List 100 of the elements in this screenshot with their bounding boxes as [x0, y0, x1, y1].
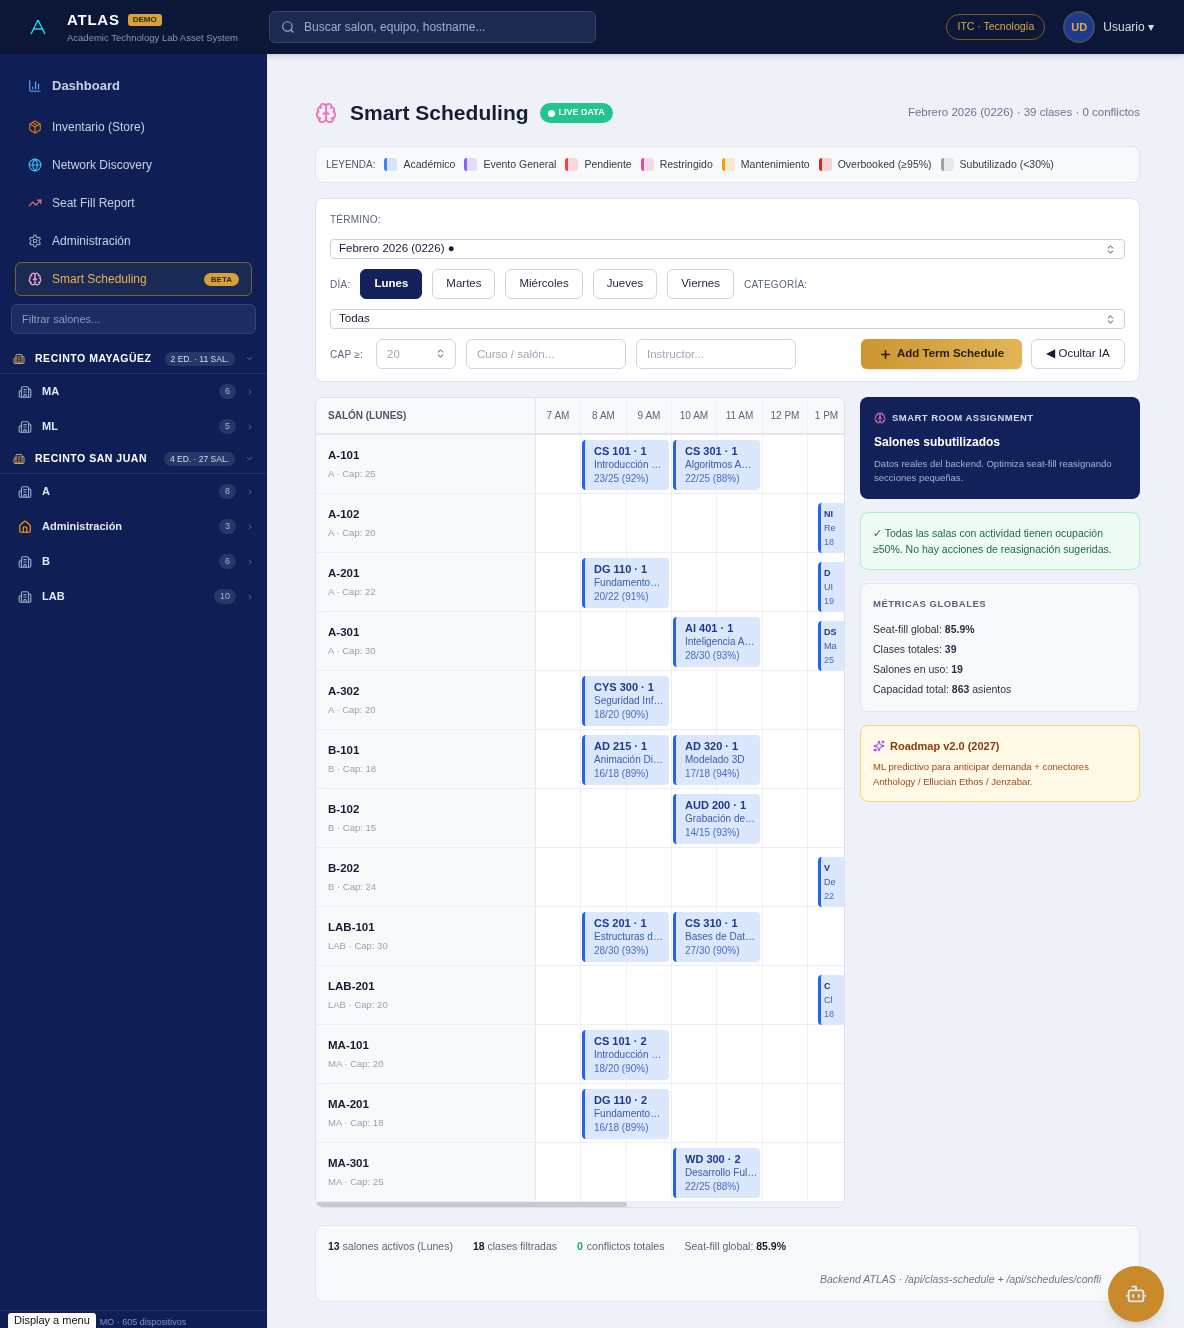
brain-icon	[28, 272, 42, 286]
settings-icon	[28, 234, 42, 248]
class-code: CS 310 · 1	[685, 916, 739, 930]
class-block[interactable]: D UI 19	[818, 562, 844, 612]
room-name: MA-101	[328, 1037, 370, 1053]
class-block[interactable]: CS 101 · 1 Introducción … 23/25 (92%)	[582, 440, 669, 490]
term-select[interactable]: Febrero 2026 (0226) ●	[330, 239, 1125, 259]
user-menu[interactable]: Usuario ▾	[1103, 18, 1154, 36]
class-block[interactable]: AD 320 · 1 Modelado 3D 17/18 (94%)	[673, 735, 760, 785]
class-name: Algoritmos A…	[685, 458, 753, 472]
cap-label: CAP ≥:	[330, 347, 364, 362]
assistant-text: Datos reales del backend. Optimiza seat-fill reasignando secciones pequeñas.	[874, 457, 1113, 486]
class-code: DG 110 · 1	[594, 562, 649, 576]
room-name: B-102	[328, 801, 361, 817]
class-code: CS 101 · 2	[594, 1034, 648, 1048]
room-meta: A · Cap: 20	[328, 526, 377, 540]
class-fill: 18/20 (90%)	[594, 708, 650, 722]
room-count: 5	[219, 419, 236, 434]
legend-item: Pendiente	[584, 156, 632, 172]
brain-icon	[315, 102, 337, 124]
class-name: Bases de Dat…	[685, 930, 757, 944]
hide-ai-button[interactable]: ◀ Ocultar IA	[1031, 339, 1125, 369]
add-term-schedule-button[interactable]: Add Term Schedule	[861, 339, 1022, 369]
campus-header[interactable]: RECINTO MAYAGÜEZ 2 ED. · 11 SAL.	[0, 344, 267, 374]
room-meta: A · Cap: 25	[328, 467, 377, 481]
globe-icon	[28, 158, 42, 172]
room-name: LAB-101	[328, 919, 376, 935]
room-name: B-101	[328, 742, 361, 758]
room-name: A-301	[328, 624, 361, 640]
scrollbar-thumb[interactable]	[316, 1202, 627, 1207]
class-block[interactable]: CS 201 · 1 Estructuras d… 28/30 (93%)	[582, 912, 669, 962]
time-header: 11 AM	[717, 398, 763, 433]
class-block[interactable]: DG 110 · 1 Fundamento… 20/22 (91%)	[582, 558, 669, 608]
building-item[interactable]: MA 6	[0, 374, 267, 409]
campus-badge: 2 ED. · 11 SAL.	[164, 351, 235, 366]
class-name: Desarrollo Ful…	[685, 1166, 759, 1180]
time-header: 8 AM	[581, 398, 627, 433]
stepper-icon[interactable]	[435, 348, 446, 359]
class-block[interactable]: CS 310 · 1 Bases de Dat… 27/30 (90%)	[673, 912, 760, 962]
building-item[interactable]: ML 5	[0, 409, 267, 444]
class-block[interactable]: DS Ma 25	[818, 621, 844, 671]
nav-item[interactable]: Smart Scheduling BETA	[15, 262, 252, 296]
room-name: MA-201	[328, 1096, 370, 1112]
class-block[interactable]: AUD 200 · 1 Grabación de… 14/15 (93%)	[673, 794, 760, 844]
instructor-field[interactable]: Instructor...	[636, 339, 796, 369]
class-block[interactable]: AD 215 · 1 Animación Di… 16/18 (89%)	[582, 735, 669, 785]
class-fill: 20/22 (91%)	[594, 590, 650, 604]
legend-swatch	[721, 158, 735, 171]
day-tab[interactable]: Miércoles	[505, 269, 583, 299]
class-name: Grabación de…	[685, 812, 757, 826]
assistant-bot-button[interactable]	[1108, 1266, 1164, 1322]
legend-item: Evento General	[483, 156, 557, 172]
day-tab[interactable]: Martes	[432, 269, 496, 299]
building-item[interactable]: Administración 3	[0, 509, 267, 544]
class-block[interactable]: C Cl 18	[818, 975, 844, 1025]
campus-header[interactable]: RECINTO SAN JUAN 4 ED. · 27 SAL.	[0, 444, 267, 474]
school-icon	[13, 452, 25, 465]
footer-stat: 13 salones activos (Lunes)	[328, 1239, 453, 1254]
class-block[interactable]: DG 110 · 2 Fundamento… 16/18 (89%)	[582, 1089, 669, 1139]
day-tab[interactable]: Lunes	[360, 269, 423, 299]
building-item[interactable]: LAB 10	[0, 579, 267, 614]
nav-item[interactable]: Network Discovery	[15, 148, 252, 182]
building-item[interactable]: A 8	[0, 474, 267, 509]
class-name: Cl	[824, 994, 834, 1007]
nav-item[interactable]: Inventario (Store)	[15, 110, 252, 144]
room-meta: MA · Cap: 18	[328, 1116, 385, 1130]
nav-item[interactable]: Seat Fill Report	[15, 186, 252, 220]
room-name: A-201	[328, 565, 361, 581]
legend-swatch	[818, 158, 832, 171]
class-code: CS 301 · 1	[685, 444, 739, 458]
chevron-right-icon	[246, 487, 254, 496]
capacity-field[interactable]: 20	[376, 339, 456, 369]
class-name: Introducción …	[594, 458, 663, 472]
building-item[interactable]: B 6	[0, 544, 267, 579]
course-field[interactable]: Curso / salón...	[466, 339, 626, 369]
legend-item: Overbooked (≥95%)	[837, 156, 932, 172]
class-name: De	[824, 876, 837, 889]
day-tab[interactable]: Viernes	[667, 269, 734, 299]
room-filter-field[interactable]: Filtrar salones...	[11, 304, 256, 334]
class-block[interactable]: CYS 300 · 1 Seguridad Inf… 18/20 (90%)	[582, 676, 669, 726]
conflict-count: 0	[577, 1239, 583, 1254]
class-fill: 22/25 (88%)	[685, 472, 741, 486]
search-field[interactable]: Buscar salon, equipo, hostname...	[269, 11, 596, 43]
building-name: ML	[42, 419, 58, 435]
class-block[interactable]: CS 101 · 2 Introducción … 18/20 (90%)	[582, 1030, 669, 1080]
room-meta: A · Cap: 22	[328, 585, 377, 599]
room-name: A-302	[328, 683, 361, 699]
nav-item[interactable]: Administración	[15, 224, 252, 258]
class-block[interactable]: CS 301 · 1 Algoritmos A… 22/25 (88%)	[673, 440, 760, 490]
class-block[interactable]: NI Re 18	[818, 503, 844, 553]
nav-item[interactable]: Dashboard	[15, 66, 252, 106]
class-code: V	[824, 862, 831, 875]
class-block[interactable]: WD 300 · 2 Desarrollo Ful… 22/25 (88%)	[673, 1148, 760, 1198]
class-block[interactable]: AI 401 · 1 Inteligencia A… 28/30 (93%)	[673, 617, 760, 667]
user-avatar[interactable]: UD	[1063, 11, 1096, 43]
class-block[interactable]: V De 22	[818, 857, 844, 907]
class-name: Re	[824, 522, 837, 535]
category-select[interactable]: Todas	[330, 309, 1125, 329]
day-tab[interactable]: Jueves	[592, 269, 658, 299]
assistant-eyebrow: SMART ROOM ASSIGNMENT	[892, 411, 1034, 425]
